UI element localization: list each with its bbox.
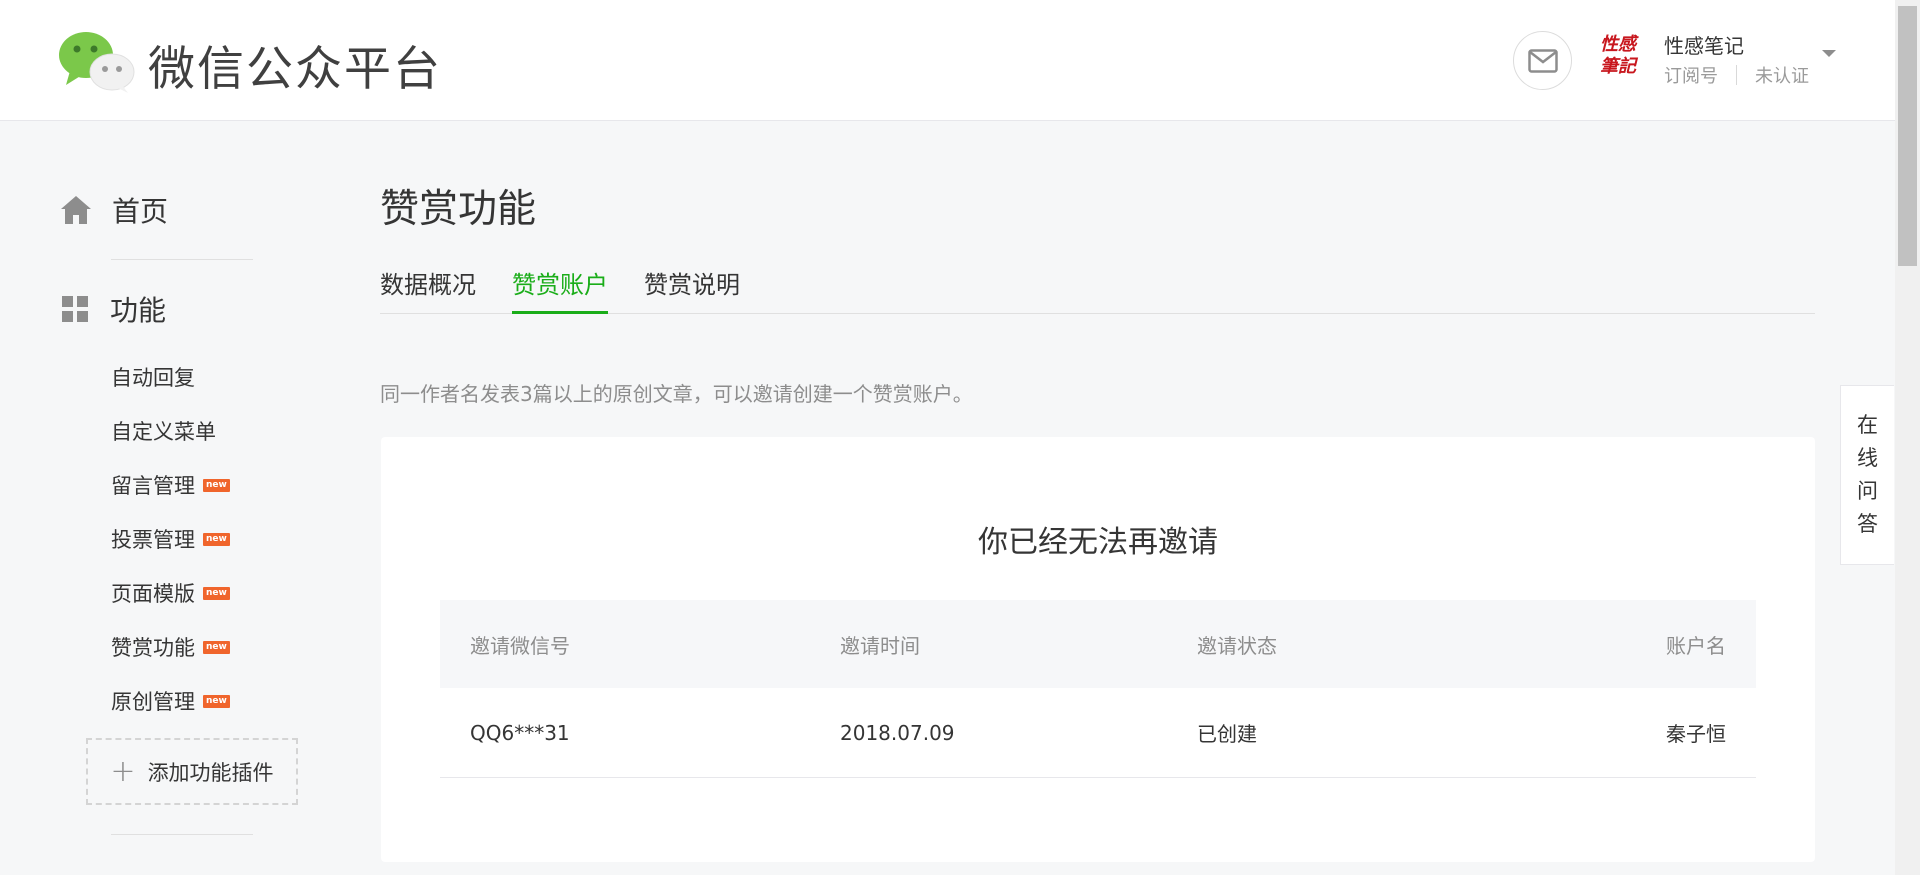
sidebar-item-auto-reply[interactable]: 自动回复 [111,362,195,392]
tab-reward-description[interactable]: 赞赏说明 [644,262,740,314]
table-cell: 秦子恒 [1666,722,1726,746]
page-title: 赞赏功能 [380,187,537,232]
card-title: 你已经无法再邀请 [978,525,1218,560]
invite-table: 邀请微信号 邀请时间 邀请状态 账户名 QQ6***31 2018.07.09 … [440,600,1756,778]
new-badge: new [203,532,230,546]
account-avatar[interactable]: 性感筆記 [1594,34,1642,82]
caret-down-icon[interactable] [1822,50,1836,57]
top-header: 微信公众平台 性感筆記 性感笔记 订阅号 未认证 [0,0,1895,121]
sidebar-item-label: 赞赏功能 [111,636,195,660]
add-plugin-button[interactable]: + 添加功能插件 [86,738,298,805]
plus-icon: + [110,754,136,789]
column-header: 账户名 [1666,633,1726,658]
scrollbar-thumb[interactable] [1898,6,1917,266]
sidebar-item-label: 自动回复 [111,366,195,390]
home-icon [61,196,91,224]
column-header: 邀请微信号 [470,633,570,658]
column-header: 邀请时间 [840,633,920,658]
brand-title: 微信公众平台 [148,42,442,97]
help-char: 问 [1857,479,1878,503]
tab-data-overview[interactable]: 数据概况 [380,262,476,314]
sidebar-item-page-templates[interactable]: 页面模版 new [111,578,230,608]
new-badge: new [203,586,230,600]
grid-icon [62,296,88,322]
add-plugin-label: 添加功能插件 [147,760,274,785]
table-row: QQ6***31 2018.07.09 已创建 秦子恒 [440,688,1756,778]
sidebar-item-custom-menu[interactable]: 自定义菜单 [111,416,216,446]
tab-bar: 数据概况 赞赏账户 赞赏说明 [380,262,1815,314]
account-meta: 订阅号 未认证 [1664,62,1809,88]
sidebar-item-label: 功能 [110,294,167,327]
sidebar-item-functions[interactable]: 功能 [60,289,166,329]
sidebar-item-label: 留言管理 [111,474,195,498]
help-char: 在 [1857,413,1878,437]
table-cell: QQ6***31 [470,720,570,745]
account-name[interactable]: 性感笔记 [1664,30,1744,59]
table-header: 邀请微信号 邀请时间 邀请状态 账户名 [440,600,1756,688]
sidebar-divider [111,259,253,260]
new-badge: new [203,694,230,708]
help-char: 答 [1857,512,1878,536]
table-cell: 已创建 [1197,722,1257,746]
vertical-scrollbar[interactable] [1895,0,1920,875]
help-char: 线 [1857,446,1878,470]
mail-icon [1527,48,1558,73]
sidebar-item-originals[interactable]: 原创管理 new [111,686,230,716]
invite-card: 你已经无法再邀请 邀请微信号 邀请时间 邀请状态 账户名 QQ6***31 20… [381,437,1815,862]
tab-reward-accounts[interactable]: 赞赏账户 [512,262,608,314]
account-avatar-text: 性感筆記 [1600,34,1636,77]
column-header: 邀请状态 [1197,633,1277,658]
account-type: 订阅号 [1664,66,1718,87]
account-verify-status: 未认证 [1755,66,1809,87]
sidebar-item-label: 页面模版 [111,582,195,606]
sidebar-item-label: 首页 [112,195,169,228]
info-tip: 同一作者名发表3篇以上的原创文章，可以邀请创建一个赞赏账户。 [380,382,973,406]
sidebar-item-home[interactable]: 首页 [60,190,168,230]
sidebar-item-label: 自定义菜单 [111,420,216,444]
sidebar-divider [111,834,253,835]
meta-divider [1736,65,1737,85]
sidebar-item-label: 原创管理 [111,690,195,714]
sidebar-item-label: 投票管理 [111,528,195,552]
new-badge: new [203,478,230,492]
online-help-button[interactable]: 在 线 问 答 [1840,385,1894,565]
new-badge: new [203,640,230,654]
sidebar: 首页 功能 自动回复 自定义菜单 留言管理 new 投票管理 new 页面模版 … [0,122,330,875]
sidebar-item-votes[interactable]: 投票管理 new [111,524,230,554]
message-button[interactable] [1513,31,1572,90]
sidebar-item-comments[interactable]: 留言管理 new [111,470,230,500]
table-cell: 2018.07.09 [840,720,955,745]
wechat-logo-icon[interactable] [58,29,136,93]
sidebar-item-rewards[interactable]: 赞赏功能 new [111,632,230,662]
